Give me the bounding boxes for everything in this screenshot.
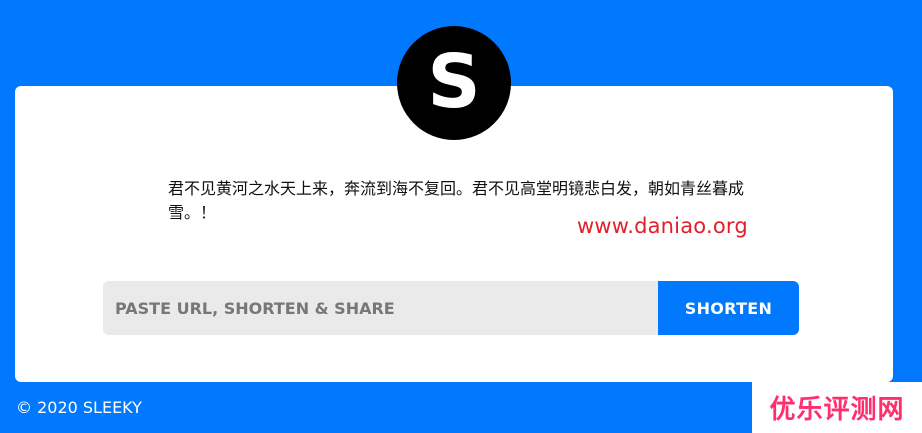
corner-watermark: 优乐评测网 [752,382,922,433]
footer-copyright: © 2020 SLEEKY [16,398,142,417]
corner-watermark-text: 优乐评测网 [769,395,905,425]
shorten-button[interactable]: SHORTEN [658,281,799,335]
url-input[interactable] [103,281,658,335]
shorten-form: SHORTEN [103,281,799,335]
logo-letter: S [427,39,481,125]
site-watermark: www.daniao.org [577,214,748,238]
sleeky-logo[interactable]: S [397,26,511,140]
